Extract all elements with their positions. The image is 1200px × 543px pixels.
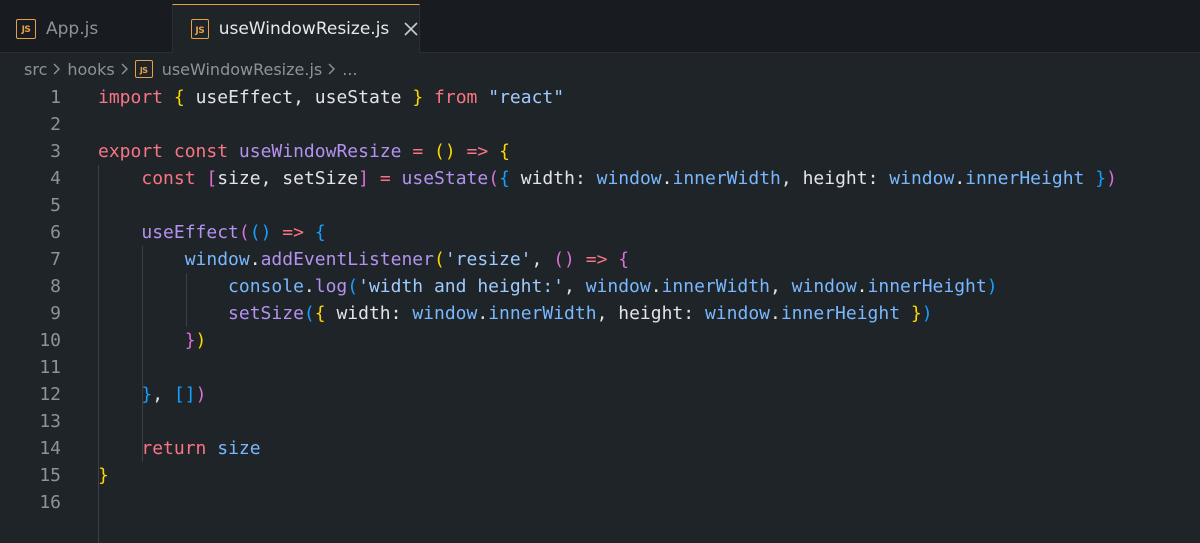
code-line: 1 import { useEffect, useState } from "re… [0,84,1200,111]
code-text: const [size, setSize] = useState({ width… [141,168,1117,189]
line-number: 6 [50,222,61,243]
code-line: 13 [0,408,1200,435]
tab-label: useWindowResize.js [218,19,390,39]
code-text: useEffect(() => { [141,222,326,243]
breadcrumb-ellipsis[interactable]: ... [342,60,357,79]
line-number: 13 [39,411,61,432]
code-line: 11 [0,354,1200,381]
tab-bar: JS App.js JS useWindowResize.js [0,0,1200,53]
code-line: 2 [0,111,1200,138]
code-text: } [98,465,109,486]
code-line: 5 [0,192,1200,219]
code-text: console.log('width and height:', window.… [228,276,998,297]
code-line: 12 }, []) [0,381,1200,408]
breadcrumb-item-hooks[interactable]: hooks [67,60,114,79]
code-line: 6 useEffect(() => { [0,219,1200,246]
code-line: 15} [0,462,1200,489]
line-number: 4 [50,168,61,189]
code-line: 3 export const useWindowResize = () => { [0,138,1200,165]
tab-use-window-resize-js[interactable]: JS useWindowResize.js [172,4,420,53]
code-text: setSize({ width: window.innerWidth, heig… [228,303,933,324]
line-number: 7 [50,249,61,270]
code-text: return size [141,438,261,459]
breadcrumb-item-file[interactable]: useWindowResize.js [162,60,323,79]
chevron-right-icon [327,62,337,76]
code-line: 8 console.log('width and height:', windo… [0,273,1200,300]
code-text: import { useEffect, useState } from "rea… [98,87,565,108]
code-line: 10 }) [0,327,1200,354]
code-line: 14 return size [0,435,1200,462]
line-number: 16 [39,492,61,513]
line-number: 11 [39,357,61,378]
chevron-right-icon [120,62,130,76]
code-line: 4 const [size, setSize] = useState({ wid… [0,165,1200,192]
tab-app-js[interactable]: JS App.js [0,4,172,53]
line-number: 10 [39,330,61,351]
javascript-file-icon: JS [134,60,153,78]
line-number: 12 [39,384,61,405]
breadcrumb-item-src[interactable]: src [24,60,47,79]
code-line: 9 setSize({ width: window.innerWidth, he… [0,300,1200,327]
tab-label: App.js [46,18,99,39]
code-text: window.addEventListener('resize', () => … [184,249,630,270]
line-number: 1 [50,87,61,108]
line-number: 15 [39,465,61,486]
code-text: export const useWindowResize = () => { [98,141,510,162]
close-icon[interactable] [403,20,419,38]
code-editor[interactable]: 1 import { useEffect, useState } from "re… [0,84,1200,543]
line-number: 9 [50,303,61,324]
code-text: }, []) [141,384,207,405]
line-number: 2 [50,114,61,135]
code-text: }) [184,330,207,351]
breadcrumb: src hooks JS useWindowResize.js ... [0,53,1200,85]
line-number: 8 [50,276,61,297]
code-line: 7 window.addEventListener('resize', () =… [0,246,1200,273]
line-number: 14 [39,438,61,459]
chevron-right-icon [52,62,62,76]
code-line: 16 [0,489,1200,516]
line-number: 5 [50,195,61,216]
javascript-file-icon: JS [16,18,36,39]
javascript-file-icon: JS [191,19,209,39]
line-number: 3 [50,141,61,162]
